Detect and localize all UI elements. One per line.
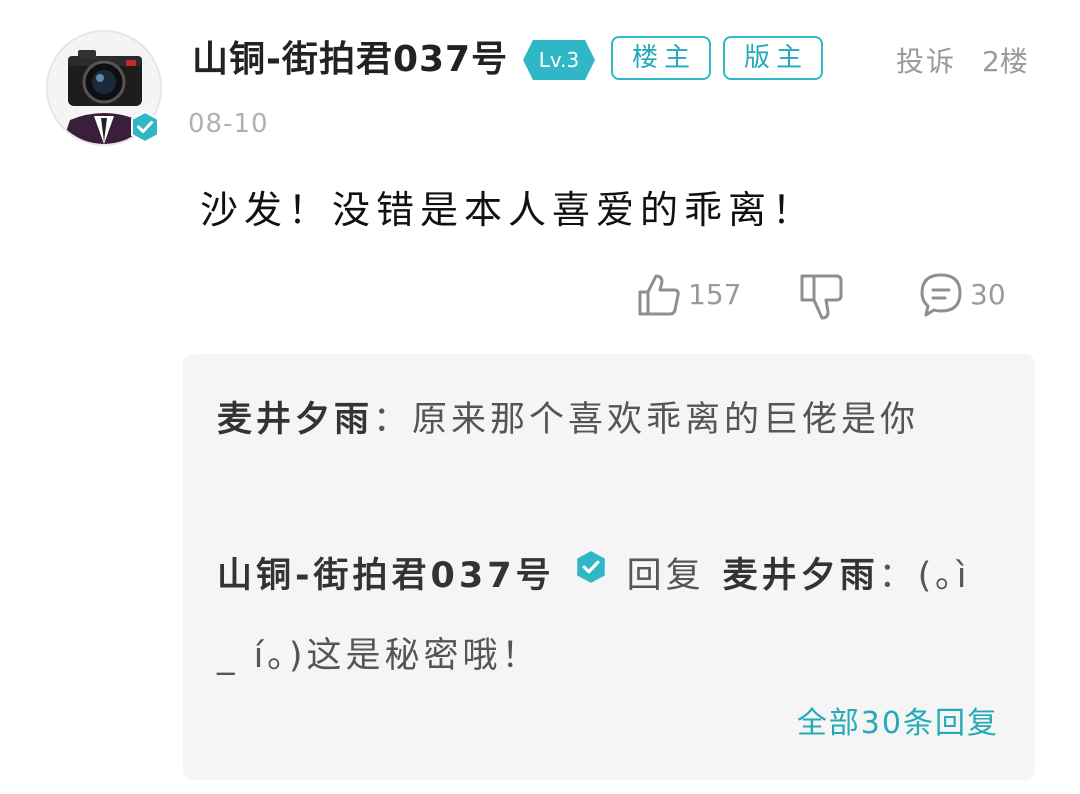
post-author-name[interactable]: 山铜-街拍君037号 <box>192 36 508 84</box>
thumbs-down-icon <box>798 270 844 320</box>
report-button[interactable]: 投诉 <box>896 42 956 82</box>
moderator-tag: 版主 <box>723 36 823 80</box>
like-button[interactable]: 157 <box>636 270 741 320</box>
verified-check-icon <box>128 110 162 144</box>
reply-separator: ： <box>373 400 413 440</box>
floor-number: 2楼 <box>982 45 1028 78</box>
reply-text: 原来那个喜欢乖离的巨佬是你 <box>412 400 920 440</box>
reply-separator: ： <box>878 556 918 596</box>
comment-button[interactable]: 30 <box>918 270 1006 320</box>
level-text: Lv.3 <box>538 48 580 72</box>
reply-author[interactable]: 山铜-街拍君037号 <box>217 556 555 596</box>
like-count: 157 <box>688 278 742 311</box>
level-badge: Lv.3 <box>521 38 597 82</box>
thumbs-up-icon <box>636 272 682 318</box>
reply-item[interactable]: 麦井夕雨：原来那个喜欢乖离的巨佬是你 <box>217 382 997 458</box>
view-all-replies-link[interactable]: 全部30条回复 <box>797 700 999 748</box>
comment-count: 30 <box>970 278 1006 311</box>
dislike-button[interactable] <box>798 270 844 320</box>
reply-item[interactable]: 山铜-街拍君037号 回复 麦井夕雨：(｡ì _ í｡)这是秘密哦！ <box>217 536 997 694</box>
reply-target[interactable]: 麦井夕雨 <box>723 556 879 596</box>
post-date: 08-10 <box>188 109 269 139</box>
replies-panel: 麦井夕雨：原来那个喜欢乖离的巨佬是你 山铜-街拍君037号 回复 麦井夕雨：(｡ì … <box>183 354 1035 780</box>
reply-author[interactable]: 麦井夕雨 <box>217 400 373 440</box>
post-content: 沙发！没错是本人喜爱的乖离！ <box>200 188 817 232</box>
comment-bubble-icon <box>918 271 964 319</box>
verified-check-icon <box>573 536 609 612</box>
avatar-container[interactable] <box>46 30 162 146</box>
reply-word: 回复 <box>626 556 705 596</box>
thread-owner-tag: 楼主 <box>611 36 711 80</box>
